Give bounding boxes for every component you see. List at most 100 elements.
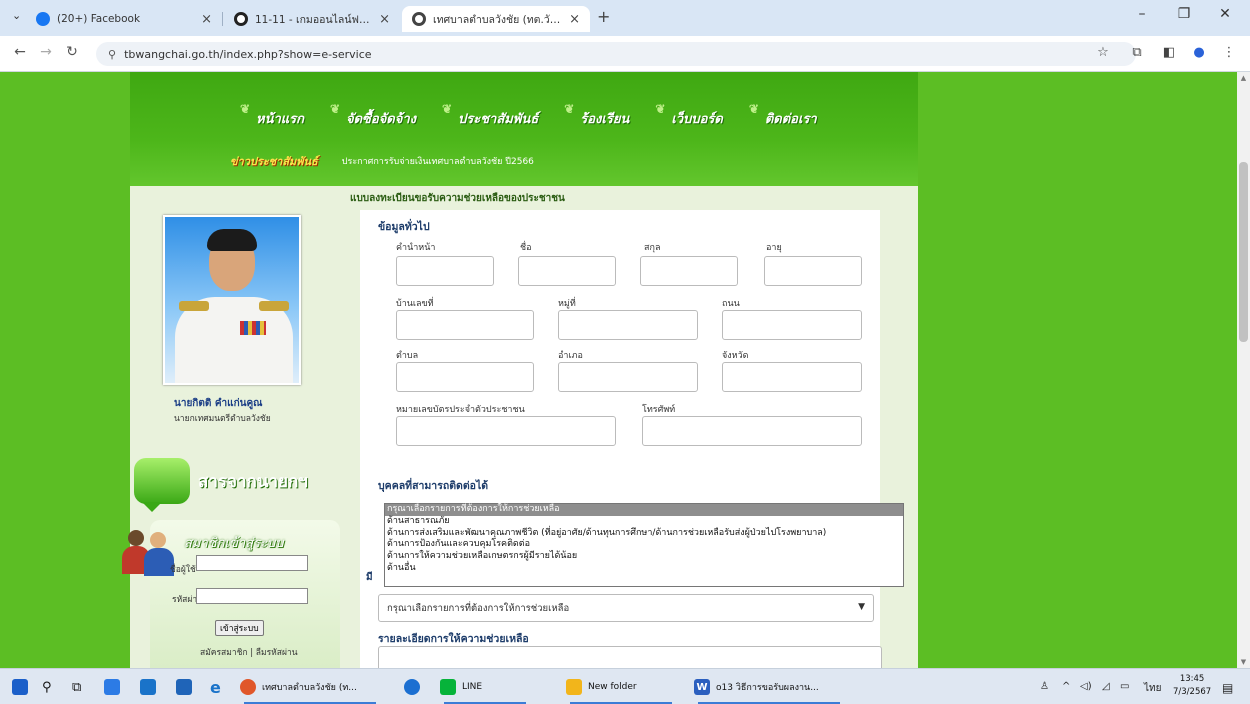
ie-browser-icon[interactable]: e xyxy=(210,669,221,704)
close-tab-icon[interactable]: × xyxy=(379,12,390,27)
tab-poki[interactable]: 11-11 - เกมออนไลน์ฟรี! | Poki × xyxy=(224,6,400,32)
browser-tab-bar: ⌄ (20+) Facebook × 11-11 - เกมออนไลน์ฟรี… xyxy=(0,0,1250,36)
leaf-icon: ❦ xyxy=(442,102,453,116)
tab-wangchai[interactable]: เทศบาลตำบลวังชัย (ทต.วังชัย) อ.น้ำ... × xyxy=(402,6,590,32)
line-icon xyxy=(440,679,456,695)
username-label: ชื่อผู้ใช้ xyxy=(170,565,196,575)
store-icon[interactable] xyxy=(140,669,162,704)
form-heading: แบบลงทะเบียนขอรับความช่วยเหลือของประชาชน xyxy=(350,192,565,204)
house-no-input[interactable] xyxy=(396,310,534,340)
scroll-thumb[interactable] xyxy=(1239,162,1248,342)
url-field[interactable]: ⚲ tbwangchai.go.th/index.php?show=e-serv… xyxy=(96,42,1136,66)
clock-date: 7/3/2567 xyxy=(1173,687,1212,697)
start-windows-icon[interactable] xyxy=(12,669,34,704)
close-window-icon[interactable]: ✕ xyxy=(1210,6,1240,22)
close-tab-icon[interactable]: × xyxy=(201,12,212,27)
dropdown-option[interactable]: ด้านอื่น xyxy=(385,563,903,575)
scroll-up-icon[interactable]: ▲ xyxy=(1237,74,1250,82)
login-panel: สมาชิกเข้าสู่ระบบ ชื่อผู้ใช้ รหัสผ่าน : … xyxy=(122,520,340,668)
system-clock[interactable]: 13:45 7/3/2567 xyxy=(1173,673,1211,699)
phone-input[interactable] xyxy=(642,416,862,446)
menu-home[interactable]: ❦ หน้าแรก xyxy=(240,102,304,129)
forward-arrow-icon[interactable]: → xyxy=(36,44,56,60)
prefix-input[interactable] xyxy=(396,256,494,286)
help-details-textarea[interactable] xyxy=(378,646,882,668)
dropdown-option[interactable]: ด้านการป้องกันและควบคุมโรคติดต่อ xyxy=(385,539,903,551)
help-type-label-partial: มี xyxy=(366,572,373,583)
road-input[interactable] xyxy=(722,310,862,340)
taskbar-word-window[interactable]: W o13 วิธีการขอรับผลงาน... xyxy=(694,669,844,704)
back-arrow-icon[interactable]: ← xyxy=(10,44,30,60)
news-label: ข่าวประชาสัมพันธ์ xyxy=(230,155,318,168)
network-icon[interactable]: ◿ xyxy=(1102,681,1110,692)
chrome-icon xyxy=(240,679,256,695)
clock-time: 13:45 xyxy=(1179,674,1205,684)
menu-procurement[interactable]: ❦ จัดซื้อจัดจ้าง xyxy=(330,102,416,129)
menu-label: ร้องเรียน xyxy=(580,112,630,127)
age-input[interactable] xyxy=(764,256,862,286)
taskbar-chrome-window[interactable]: เทศบาลตำบลวังชัย (ท... xyxy=(240,669,380,704)
taskbar-app-icon[interactable] xyxy=(104,669,126,704)
general-info-heading: ข้อมูลทั่วไป xyxy=(378,221,430,233)
restore-icon[interactable]: ❐ xyxy=(1169,6,1199,22)
username-input[interactable] xyxy=(196,555,308,571)
tab-facebook[interactable]: (20+) Facebook × xyxy=(26,6,222,32)
search-icon[interactable]: ⚲ xyxy=(42,669,52,704)
task-view-icon[interactable]: ⧉ xyxy=(72,669,81,704)
mail-icon[interactable] xyxy=(176,669,198,704)
word-icon: W xyxy=(694,679,710,695)
dropdown-option[interactable]: กรุณาเลือกรายการที่ต้องการให้การช่วยเหลื… xyxy=(385,504,903,516)
tambon-input[interactable] xyxy=(396,362,534,392)
menu-webboard[interactable]: ❦ เว็บบอร์ด xyxy=(655,102,722,129)
reload-icon[interactable]: ↻ xyxy=(62,44,82,60)
taskbar-line-window[interactable]: LINE xyxy=(440,669,530,704)
surname-input[interactable] xyxy=(640,256,738,286)
input-language[interactable]: ไทย xyxy=(1144,681,1161,696)
moo-input[interactable] xyxy=(558,310,698,340)
tab-search-chevron-icon[interactable]: ⌄ xyxy=(12,9,21,22)
dropdown-option[interactable]: ด้านการส่งเสริมและพัฒนาคุณภาพชีวิต (ที่อ… xyxy=(385,528,903,540)
amphoe-input[interactable] xyxy=(558,362,698,392)
new-tab-plus-icon[interactable]: + xyxy=(597,7,610,26)
people-icon[interactable]: ♙ xyxy=(1040,681,1049,692)
password-input[interactable] xyxy=(196,588,308,604)
tray-chevron-up-icon[interactable]: ^ xyxy=(1062,681,1070,692)
menu-pr[interactable]: ❦ ประชาสัมพันธ์ xyxy=(442,102,538,129)
extensions-icon[interactable]: ⧉ xyxy=(1128,45,1146,60)
notifications-icon[interactable]: ▤ xyxy=(1222,681,1233,695)
chevron-down-icon: ▼ xyxy=(858,602,865,612)
id-card-input[interactable] xyxy=(396,416,616,446)
province-input[interactable] xyxy=(722,362,862,392)
tab-title: (20+) Facebook xyxy=(57,13,141,25)
menu-contact[interactable]: ❦ ติดต่อเรา xyxy=(749,102,817,129)
scroll-down-icon[interactable]: ▼ xyxy=(1237,658,1250,666)
minimize-icon[interactable]: – xyxy=(1127,6,1157,22)
help-details-heading: รายละเอียดการให้ความช่วยเหลือ xyxy=(378,633,529,645)
first-name-input[interactable] xyxy=(518,256,616,286)
register-forgot-links[interactable]: สมัครสมาชิก | ลืมรหัสผ่าน xyxy=(200,645,298,659)
help-type-select[interactable]: กรุณาเลือกรายการที่ต้องการให้การช่วยเหลื… xyxy=(378,594,874,622)
province-label: จังหวัด xyxy=(722,351,749,361)
login-button[interactable]: เข้าสู่ระบบ xyxy=(215,620,264,636)
epaulette-shape xyxy=(179,301,209,311)
page-scrollbar[interactable]: ▲ ▼ xyxy=(1237,72,1250,668)
site-favicon-icon xyxy=(412,12,426,26)
taskbar-folder-window[interactable]: New folder xyxy=(566,669,676,704)
taskbar-item-label: เทศบาลตำบลวังชัย (ท... xyxy=(262,683,357,693)
dropdown-option[interactable]: ด้านการให้ความช่วยเหลือเกษตรกรผู้มีรายได… xyxy=(385,551,903,563)
keyboard-icon[interactable]: ▭ xyxy=(1120,681,1129,692)
edge-icon[interactable] xyxy=(404,669,426,704)
mayor-message-banner[interactable]: สารจากนายกฯ xyxy=(134,458,334,512)
dropdown-option[interactable]: ด้านสาธารณภัย xyxy=(385,516,903,528)
first-name-label: ชื่อ xyxy=(520,243,532,253)
close-tab-icon[interactable]: × xyxy=(569,12,580,27)
side-panel-icon[interactable]: ◧ xyxy=(1160,45,1178,60)
volume-icon[interactable]: ◁) xyxy=(1080,681,1092,692)
site-info-icon[interactable]: ⚲ xyxy=(108,48,116,61)
news-text[interactable]: ประกาศการรับจ่ายเงินเทศบาลตำบลวังชัย ปี2… xyxy=(342,154,534,168)
bookmark-star-icon[interactable]: ☆ xyxy=(1094,45,1112,60)
folder-icon xyxy=(566,679,582,695)
menu-complaints[interactable]: ❦ ร้องเรียน xyxy=(564,102,630,129)
more-menu-icon[interactable]: ⋮ xyxy=(1220,45,1238,60)
profile-avatar-icon[interactable]: ● xyxy=(1190,45,1208,60)
